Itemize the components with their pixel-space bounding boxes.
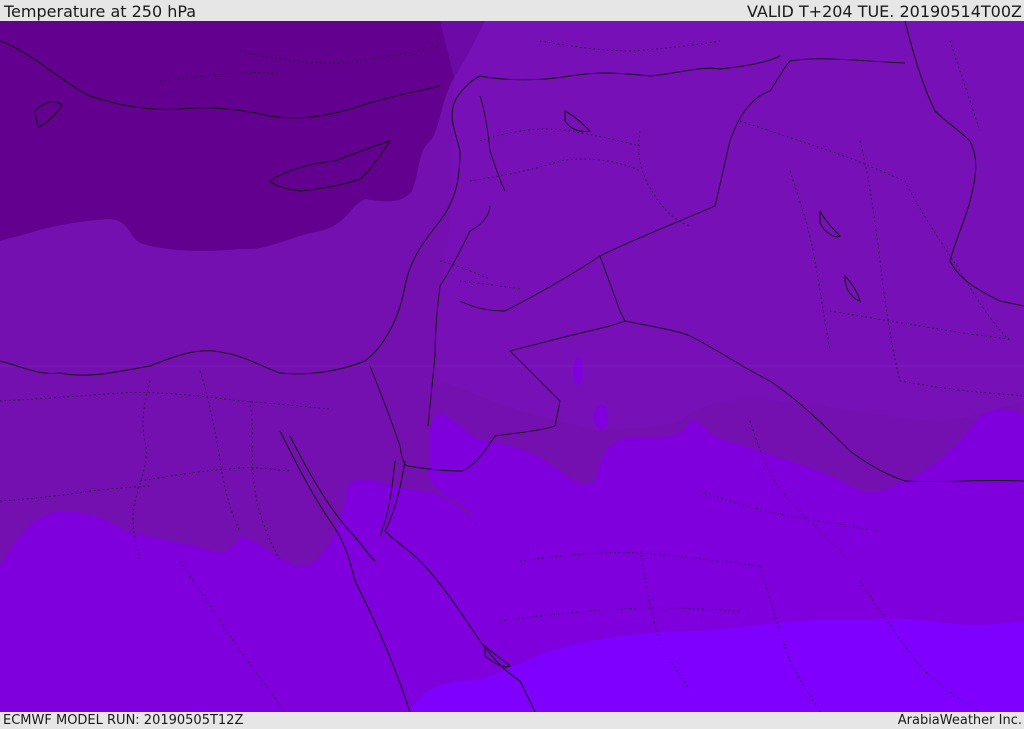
weather-map[interactable]	[0, 21, 1024, 712]
map-title: Temperature at 250 hPa	[4, 2, 197, 21]
temp-band-east	[436, 21, 1024, 431]
credit-text: ArabiaWeather Inc.	[897, 713, 1022, 728]
map-canvas	[0, 21, 1024, 712]
footer-bar: ECMWF MODEL RUN: 20190505T12Z ArabiaWeat…	[0, 712, 1024, 729]
warm-patch	[594, 404, 608, 430]
valid-time: VALID T+204 TUE. 20190514T00Z	[746, 2, 1022, 21]
header-bar: Temperature at 250 hPa VALID T+204 TUE. …	[0, 0, 1024, 21]
warm-patch	[573, 357, 583, 385]
model-run: ECMWF MODEL RUN: 20190505T12Z	[3, 713, 244, 728]
